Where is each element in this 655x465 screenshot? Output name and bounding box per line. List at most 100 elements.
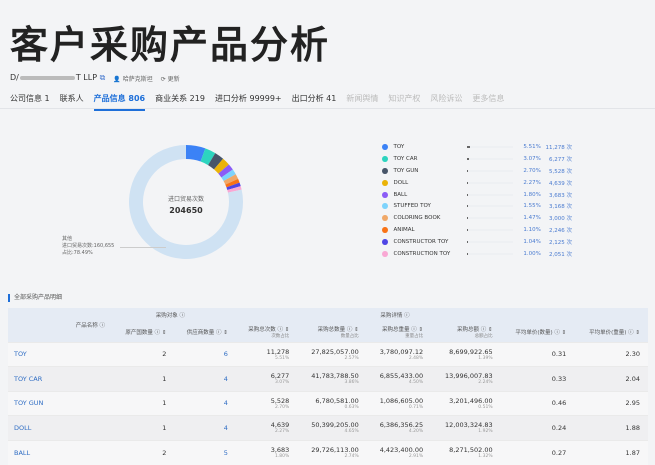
legend-count: 4,639 次 <box>549 180 572 187</box>
countries-cell: 2 <box>113 341 175 367</box>
weight-cell: 3,780,097.12 2.48% <box>366 341 432 367</box>
legend-item[interactable]: TOY CAR 3.07% 6,277 次 <box>382 153 572 165</box>
countries-cell: 1 <box>113 415 175 440</box>
table-row[interactable]: TOY 2 6 11,278 5.51% 27,825,057.00 2.57% 3,780,… <box>8 341 648 367</box>
product-table: 产品名称 ⓘ 采购对象 ⓘ 采购详情 ⓘ 原产国数量 ⓘ ⇕ 供应商数量 ⓘ ⇕… <box>8 308 648 465</box>
legend-pct: 2.70% <box>523 167 541 174</box>
legend-bar <box>466 252 513 255</box>
countries-cell: 2 <box>113 439 175 465</box>
times-cell: 5,528 2.70% <box>235 390 298 416</box>
legend-dot-icon <box>382 239 388 246</box>
suppliers-link[interactable]: 4 <box>174 390 236 416</box>
header-name[interactable]: 产品名称 ⓘ <box>8 308 113 342</box>
table-row[interactable]: TOY CAR 1 4 6,277 3.07% 41,783,788.50 3.86% 6,8… <box>8 366 648 391</box>
legend-name: DOLL <box>393 179 409 186</box>
legend-count: 2,125 次 <box>549 240 572 247</box>
header-avg-qty[interactable]: 平均单价(数量) ⓘ ⇕ <box>500 322 575 342</box>
other-leader-line <box>120 247 166 248</box>
legend-dot-icon <box>382 155 388 162</box>
legend-count: 3,000 次 <box>549 216 572 223</box>
legend-dot-icon <box>382 143 388 150</box>
legend-item[interactable]: CONSTRUCTOR TOY 1.04% 2,125 次 <box>382 236 572 248</box>
legend-count: 2,051 次 <box>549 251 572 258</box>
legend-item[interactable]: TOY GUN 2.70% 5,528 次 <box>382 165 572 177</box>
legend-name: TOY <box>393 143 405 150</box>
product-name-link[interactable]: TOY <box>8 341 113 367</box>
other-count: 进口贸易次数:160,655 <box>62 243 115 249</box>
header-qty[interactable]: 采购总数量 ⓘ ⇕ 数量占比 <box>297 322 367 342</box>
legend-item[interactable]: COLORING BOOK 1.47% 3,000 次 <box>382 212 572 224</box>
header-suppliers[interactable]: 供应商数量 ⓘ ⇕ <box>174 322 236 342</box>
legend-pct: 1.55% <box>523 203 541 210</box>
amount-cell: 3,201,496.00 0.51% <box>431 390 501 416</box>
legend-pct: 1.00% <box>523 250 541 257</box>
legend-bar <box>466 181 513 184</box>
table-row[interactable]: DOLL 1 4 4,639 2.27% 50,399,205.00 4.65% 6,386,… <box>8 415 648 440</box>
legend-bar <box>466 217 513 220</box>
header-amount[interactable]: 采购总额 ⓘ ⇕ 总额占比 <box>431 322 501 342</box>
times-cell: 4,639 2.27% <box>235 415 298 440</box>
product-name-link[interactable]: TOY CAR <box>8 366 113 391</box>
weight-cell: 6,855,433.00 4.50% <box>366 366 432 391</box>
legend-bar-fill <box>466 169 469 172</box>
legend-dot-icon <box>382 191 388 198</box>
legend-name: ANIMAL <box>393 227 415 234</box>
legend-bar <box>466 169 513 172</box>
qty-cell: 6,780,581.00 0.63% <box>297 390 367 416</box>
legend-item[interactable]: DOLL 2.27% 4,639 次 <box>382 177 572 189</box>
avg-weight-cell: 1.87 <box>574 439 648 465</box>
legend-bar <box>466 241 513 244</box>
suppliers-link[interactable]: 5 <box>174 439 236 465</box>
legend-name: STUFFED TOY <box>393 203 431 210</box>
legend-name: COLORING BOOK <box>393 215 441 222</box>
qty-cell: 27,825,057.00 2.57% <box>297 341 367 367</box>
other-pct: 占比:78.49% <box>62 250 93 256</box>
legend-item[interactable]: STUFFED TOY 1.55% 3,168 次 <box>382 200 572 212</box>
weight-cell: 4,423,400.00 2.91% <box>366 439 432 465</box>
header-group-detail: 采购详情 ⓘ <box>297 308 501 322</box>
legend-bar <box>466 193 513 196</box>
legend: TOY 5.51% 11,278 次 TOY CAR 3.07% 6,277 次 TOY G… <box>382 141 572 260</box>
legend-bar <box>466 145 513 148</box>
legend-item[interactable]: CONSTRUCTION TOY 1.00% 2,051 次 <box>382 248 572 260</box>
avg-qty-cell: 0.24 <box>500 415 575 440</box>
donut-center-label: 进口贸易次数 <box>167 196 204 203</box>
legend-name: TOY GUN <box>393 167 419 174</box>
header-avg-weight[interactable]: 平均单价(重量) ⓘ ⇕ <box>574 322 648 342</box>
header-countries[interactable]: 原产国数量 ⓘ ⇕ <box>113 322 175 342</box>
legend-bar-fill <box>466 229 468 232</box>
qty-cell: 50,399,205.00 4.65% <box>297 415 367 440</box>
legend-dot-icon <box>382 215 388 222</box>
legend-bar-fill <box>466 252 468 255</box>
avg-weight-cell: 2.95 <box>574 390 648 416</box>
suppliers-link[interactable]: 6 <box>174 341 236 367</box>
countries-cell: 1 <box>113 366 175 391</box>
table-row[interactable]: BALL 2 5 3,683 1.80% 29,726,113.00 2.74% 4,423,… <box>8 439 648 465</box>
avg-qty-cell: 0.27 <box>500 439 575 465</box>
suppliers-link[interactable]: 4 <box>174 415 236 440</box>
product-name-link[interactable]: TOY GUN <box>8 390 113 416</box>
times-cell: 11,278 5.51% <box>235 341 298 367</box>
legend-bar-fill <box>466 145 471 148</box>
legend-item[interactable]: BALL 1.80% 3,683 次 <box>382 189 572 201</box>
amount-cell: 8,699,922.65 1.39% <box>431 341 501 367</box>
countries-cell: 1 <box>113 390 175 416</box>
legend-count: 6,277 次 <box>549 156 572 163</box>
header-times[interactable]: 采购总次数 ⓘ ⇕ 次数占比 <box>235 322 298 342</box>
table-row[interactable]: TOY GUN 1 4 5,528 2.70% 6,780,581.00 0.63% 1,08… <box>8 390 648 416</box>
header-weight[interactable]: 采购总重量 ⓘ ⇕ 重量占比 <box>366 322 432 342</box>
legend-bar <box>466 229 513 232</box>
header-group-object: 采购对象 ⓘ <box>113 308 236 322</box>
product-name-link[interactable]: DOLL <box>8 415 113 440</box>
legend-dot-icon <box>382 203 388 210</box>
product-name-link[interactable]: BALL <box>8 439 113 465</box>
avg-qty-cell: 0.46 <box>500 390 575 416</box>
suppliers-link[interactable]: 4 <box>174 366 236 391</box>
legend-count: 2,246 次 <box>549 228 572 235</box>
avg-weight-cell: 1.88 <box>574 415 648 440</box>
avg-qty-cell: 0.31 <box>500 341 575 367</box>
legend-item[interactable]: TOY 5.51% 11,278 次 <box>382 141 572 153</box>
donut-center-value: 204650 <box>169 206 203 215</box>
legend-bar <box>466 157 513 160</box>
legend-item[interactable]: ANIMAL 1.10% 2,246 次 <box>382 224 572 236</box>
